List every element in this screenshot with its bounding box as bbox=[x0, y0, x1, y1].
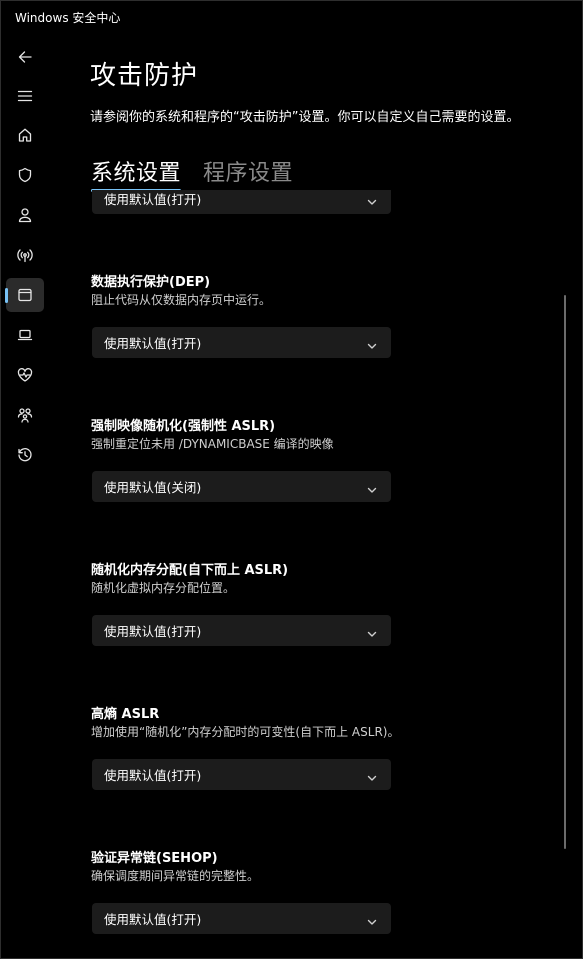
setting-title-dep: 数据执行保护(DEP) bbox=[91, 275, 211, 290]
setting-title-mandatory-aslr: 强制映像随机化(强制性 ASLR) bbox=[91, 419, 276, 434]
setting-dropdown-sehop[interactable]: 使用默认值(打开) bbox=[92, 903, 391, 934]
setting-dropdown-dep[interactable]: 使用默认值(打开) bbox=[92, 327, 391, 358]
setting-description-mandatory-aslr: 强制重定位未用 /DYNAMICBASE 编译的映像 bbox=[91, 437, 334, 451]
chevron-down-icon bbox=[366, 193, 378, 205]
home-icon bbox=[18, 128, 32, 142]
setting-dropdown-cfg[interactable]: 使用默认值(打开) bbox=[92, 190, 391, 214]
vertical-scrollbar[interactable] bbox=[564, 295, 566, 849]
tab-system-settings[interactable]: 系统设置 bbox=[91, 155, 182, 192]
chevron-down-icon bbox=[366, 481, 378, 493]
hamburger-menu-icon bbox=[17, 90, 33, 102]
setting-title-high-entropy-aslr: 高熵 ASLR bbox=[91, 707, 160, 722]
setting-dropdown-bottom-up-aslr[interactable]: 使用默认值(打开) bbox=[92, 615, 391, 646]
setting-dropdown-mandatory-aslr[interactable]: 使用默认值(关闭) bbox=[92, 471, 391, 502]
window-title: Windows 安全中心 bbox=[15, 11, 121, 25]
setting-description-high-entropy-aslr: 增加使用“随机化”内存分配时的可变性(自下而上 ASLR)。 bbox=[91, 725, 400, 739]
chevron-down-icon bbox=[366, 625, 378, 637]
setting-dropdown-high-entropy-aslr[interactable]: 使用默认值(打开) bbox=[92, 759, 391, 790]
back-arrow-icon bbox=[18, 51, 32, 63]
nav-item-virus-protection[interactable] bbox=[6, 158, 44, 192]
setting-description-dep: 阻止代码从仅数据内存页中运行。 bbox=[91, 293, 272, 307]
dropdown-value: 使用默认值(打开) bbox=[104, 768, 202, 783]
shield-icon bbox=[18, 167, 32, 183]
back-button[interactable] bbox=[6, 40, 44, 74]
page-description: 请参阅你的系统和程序的“攻击防护”设置。你可以自定义自己需要的设置。 bbox=[90, 110, 520, 125]
dropdown-value: 使用默认值(关闭) bbox=[104, 480, 202, 495]
chevron-down-icon bbox=[366, 769, 378, 781]
setting-description-sehop: 确保调度期间异常链的完整性。 bbox=[91, 869, 260, 883]
dropdown-value: 使用默认值(打开) bbox=[104, 624, 202, 639]
tab-program-settings[interactable]: 程序设置 bbox=[203, 155, 293, 187]
tab-label: 系统设置 bbox=[91, 161, 182, 186]
chevron-down-icon bbox=[366, 337, 378, 349]
menu-button[interactable] bbox=[6, 79, 44, 113]
tab-label: 程序设置 bbox=[203, 161, 294, 186]
tab-bar: 系统设置 程序设置 bbox=[91, 155, 293, 192]
dropdown-value: 使用默认值(打开) bbox=[104, 336, 202, 351]
page-title: 攻击防护 bbox=[90, 61, 199, 91]
settings-scroll-area[interactable]: 使用默认值(打开) 数据执行保护(DEP) 阻止代码从仅数据内存页中运行。 使用… bbox=[0, 190, 583, 959]
nav-item-home[interactable] bbox=[6, 118, 44, 152]
dropdown-value: 使用默认值(打开) bbox=[104, 192, 202, 207]
setting-title-bottom-up-aslr: 随机化内存分配(自下而上 ASLR) bbox=[91, 563, 289, 578]
dropdown-value: 使用默认值(打开) bbox=[104, 912, 202, 927]
setting-title-sehop: 验证异常链(SEHOP) bbox=[91, 851, 218, 866]
setting-description-bottom-up-aslr: 随机化虚拟内存分配位置。 bbox=[91, 581, 236, 595]
chevron-down-icon bbox=[366, 913, 378, 925]
